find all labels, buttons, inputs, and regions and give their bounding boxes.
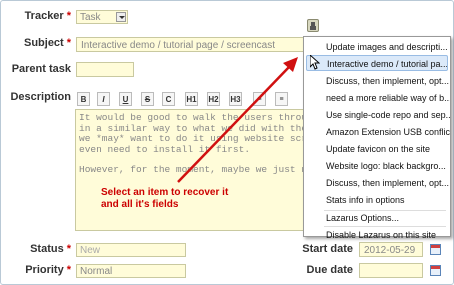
subject-value: Interactive demo / tutorial page / scree…: [81, 40, 275, 51]
menu-item[interactable]: Discuss, then implement, opt...: [304, 175, 450, 191]
required-mark: *: [66, 264, 71, 276]
italic-button[interactable]: I: [97, 92, 110, 106]
status-select[interactable]: New: [76, 243, 186, 257]
issue-form: Tracker * Task Subject * Interactive demo …: [0, 0, 454, 285]
strikethrough-button[interactable]: S: [141, 92, 154, 106]
parent-task-label: Parent task: [11, 63, 71, 75]
menu-item[interactable]: need a more reliable way of b...: [304, 90, 450, 106]
editor-line: It would be good to walk the users throu: [79, 112, 305, 123]
required-mark: *: [66, 243, 71, 255]
editor-line: even need to install it first.: [79, 143, 251, 155]
code-button[interactable]: C: [162, 92, 175, 106]
editor-line: we *may* want to do it using website scr: [79, 133, 305, 144]
start-date-label: Start date: [302, 243, 353, 255]
lazarus-context-menu: Update images and descripti... Interacti…: [303, 36, 451, 240]
heading2-button[interactable]: H2: [207, 92, 220, 106]
lazarus-icon[interactable]: [307, 19, 319, 32]
required-mark: *: [66, 37, 71, 49]
required-mark: *: [66, 10, 71, 22]
menu-item[interactable]: Discuss, then implement, opt...: [304, 73, 450, 89]
underline-button[interactable]: U: [119, 92, 132, 106]
lazarus-options-item[interactable]: Lazarus Options...: [304, 211, 450, 225]
mouse-cursor-icon: [310, 55, 320, 70]
calendar-icon[interactable]: [430, 265, 441, 276]
tracker-select[interactable]: Task: [76, 10, 128, 24]
bold-button[interactable]: B: [77, 92, 90, 106]
menu-item[interactable]: Stats info in options: [304, 192, 450, 208]
annotation-line: and all it's fields: [101, 199, 179, 210]
description-textarea[interactable]: It would be good to walk the users throu…: [75, 109, 305, 231]
menu-item[interactable]: Update favicon on the site: [304, 141, 450, 157]
calendar-icon[interactable]: [430, 244, 441, 255]
heading1-button[interactable]: H1: [185, 92, 198, 106]
dropdown-arrow-icon[interactable]: [116, 12, 126, 22]
subject-input[interactable]: Interactive demo / tutorial page / scree…: [76, 37, 306, 52]
menu-item[interactable]: Use single-code repo and sep...: [304, 107, 450, 123]
parent-task-input[interactable]: [76, 62, 134, 77]
heading3-button[interactable]: H3: [229, 92, 242, 106]
start-date-input[interactable]: 2012-05-29: [359, 242, 423, 257]
menu-item[interactable]: Update images and descripti...: [304, 39, 450, 55]
due-date-label: Due date: [306, 264, 353, 276]
numbered-list-icon[interactable]: ≡: [275, 92, 288, 106]
editor-line: However, for the moment, maybe we just n: [79, 164, 305, 175]
priority-value: Normal: [80, 266, 113, 277]
subject-label: Subject *: [23, 37, 71, 49]
due-date-input[interactable]: [359, 263, 423, 278]
tracker-label: Tracker *: [24, 10, 71, 22]
annotation-line: Select an item to recover it: [101, 187, 229, 198]
priority-select[interactable]: Normal: [76, 264, 186, 278]
annotation-text: Select an item to recover it and all it'…: [101, 187, 261, 211]
bullet-list-icon[interactable]: ≡: [253, 92, 266, 106]
menu-item[interactable]: Website logo: black backgro...: [304, 158, 450, 174]
menu-item-highlighted[interactable]: Interactive demo / tutorial pa...: [306, 55, 448, 71]
tracker-value: Task: [80, 12, 101, 23]
description-label: Description: [10, 91, 71, 103]
priority-label: Priority *: [25, 264, 71, 276]
start-date-value: 2012-05-29: [364, 245, 416, 256]
status-value: New: [80, 245, 101, 256]
status-label: Status *: [30, 243, 71, 255]
disable-lazarus-item[interactable]: Disable Lazarus on this site: [304, 227, 450, 243]
menu-item[interactable]: Amazon Extension USB conflict: [304, 124, 450, 140]
